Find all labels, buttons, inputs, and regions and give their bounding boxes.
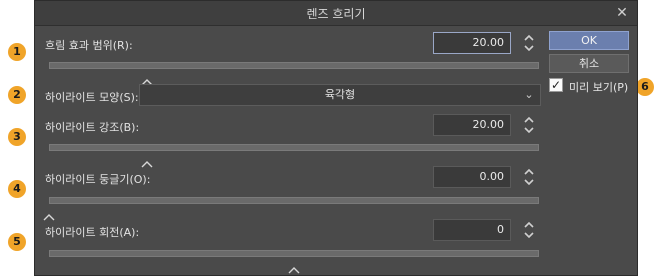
callout-badge-2: 2 [8, 86, 26, 104]
highlight-strength-spinner-icon[interactable] [521, 114, 537, 136]
blur-range-spinner-icon[interactable] [521, 32, 537, 54]
highlight-strength-slider[interactable] [49, 144, 539, 151]
highlight-shape-select[interactable]: 육각형 ⌄ [139, 84, 541, 106]
highlight-roundness-spinner-icon[interactable] [521, 166, 537, 188]
highlight-rotation-spinner-icon[interactable] [521, 219, 537, 241]
blur-range-slider[interactable] [49, 62, 539, 69]
highlight-roundness-label: 하이라이트 둥글기(O): [45, 173, 151, 186]
lens-blur-dialog: 렌즈 흐리기 ✕ 흐림 효과 범위(R): 20.00 하이라이트 모양(S):… [34, 0, 638, 276]
blur-range-label: 흐림 효과 범위(R): [45, 39, 133, 52]
blur-range-slider-thumb-icon[interactable] [141, 71, 153, 86]
highlight-shape-value: 육각형 [324, 88, 356, 101]
preview-label: 미리 보기(P) [569, 81, 629, 94]
callout-badge-1: 1 [8, 43, 26, 61]
callout-badge-5: 5 [8, 233, 26, 251]
blur-range-input[interactable]: 20.00 [433, 32, 511, 54]
highlight-rotation-slider-thumb-icon[interactable] [288, 259, 300, 274]
highlight-roundness-slider-thumb-icon[interactable] [43, 206, 55, 221]
dialog-title: 렌즈 흐리기 [306, 7, 366, 21]
ok-button[interactable]: OK [549, 31, 629, 50]
callout-badge-6: 6 [636, 78, 654, 96]
highlight-strength-label: 하이라이트 강조(B): [45, 121, 140, 134]
chevron-down-icon[interactable]: ⌄ [522, 85, 536, 105]
highlight-rotation-input[interactable]: 0 [433, 219, 511, 241]
close-icon[interactable]: ✕ [613, 4, 631, 22]
highlight-shape-label: 하이라이트 모양(S): [45, 91, 139, 104]
highlight-rotation-label: 하이라이트 회전(A): [45, 226, 140, 239]
highlight-roundness-input[interactable]: 0.00 [433, 166, 511, 188]
checkmark-icon: ✓ [550, 78, 562, 92]
callout-badge-4: 4 [8, 180, 26, 198]
highlight-strength-input[interactable]: 20.00 [433, 114, 511, 136]
callout-badge-3: 3 [8, 128, 26, 146]
title-bar: 렌즈 흐리기 ✕ [35, 1, 637, 26]
highlight-strength-slider-thumb-icon[interactable] [141, 153, 153, 168]
highlight-roundness-slider[interactable] [49, 197, 539, 204]
preview-checkbox[interactable]: ✓ [549, 78, 563, 92]
cancel-button[interactable]: 취소 [549, 54, 629, 73]
highlight-rotation-slider[interactable] [49, 250, 539, 257]
